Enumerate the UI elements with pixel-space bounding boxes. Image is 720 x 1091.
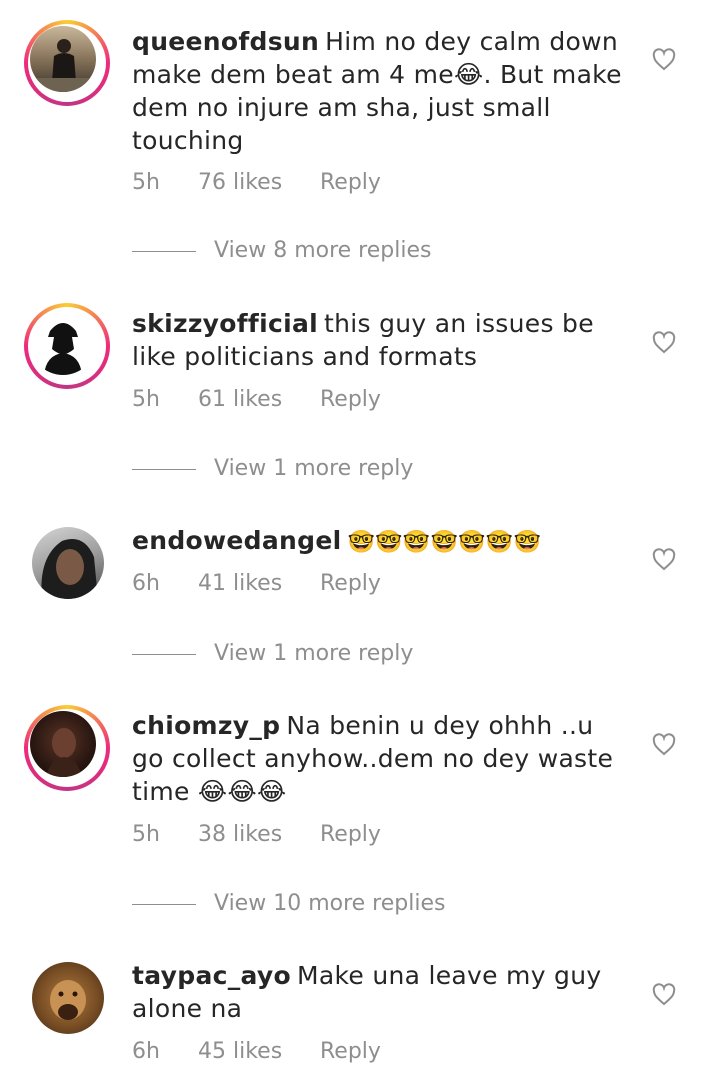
divider-line <box>132 653 196 655</box>
heart-icon[interactable] <box>652 733 676 757</box>
reply-button[interactable]: Reply <box>320 387 381 412</box>
view-replies-button[interactable]: View 8 more replies <box>132 238 431 263</box>
comment-meta: 5h 61 likes Reply <box>132 387 381 412</box>
comment-username[interactable]: endowedangel <box>132 526 341 555</box>
comment-time: 6h <box>132 1039 160 1064</box>
view-replies-button[interactable]: View 1 more reply <box>132 641 413 666</box>
comment-text: skizzyofficial this guy an issues be like… <box>132 307 632 373</box>
reply-button[interactable]: Reply <box>320 571 381 596</box>
comment-username[interactable]: skizzyofficial <box>132 309 318 338</box>
comment-username[interactable]: queenofdsun <box>132 27 319 56</box>
heart-icon[interactable] <box>652 48 676 72</box>
avatar[interactable] <box>30 309 96 375</box>
avatar[interactable] <box>32 527 104 599</box>
comment-meta: 6h 45 likes Reply <box>132 1039 381 1064</box>
reply-button[interactable]: Reply <box>320 170 381 195</box>
heart-icon[interactable] <box>652 548 676 572</box>
story-ring[interactable] <box>24 705 110 791</box>
view-replies-button[interactable]: View 1 more reply <box>132 456 413 481</box>
comment-time: 5h <box>132 387 160 412</box>
comment-body: 🤓🤓🤓🤓🤓🤓🤓 <box>347 530 542 555</box>
comment-likes[interactable]: 45 likes <box>198 1039 320 1064</box>
heart-icon[interactable] <box>652 331 676 355</box>
comment-likes[interactable]: 76 likes <box>198 170 320 195</box>
avatar[interactable] <box>30 26 96 92</box>
view-replies-button[interactable]: View 10 more replies <box>132 891 445 916</box>
comment-text: endowedangel 🤓🤓🤓🤓🤓🤓🤓 <box>132 524 632 559</box>
reply-button[interactable]: Reply <box>320 1039 381 1064</box>
divider-line <box>132 468 196 470</box>
view-replies-label: View 8 more replies <box>214 238 432 263</box>
comment-meta: 5h 38 likes Reply <box>132 822 381 847</box>
comment-time: 5h <box>132 822 160 847</box>
comment-text: chiomzy_p Na benin u dey ohhh ..u go coll… <box>132 709 632 808</box>
divider-line <box>132 903 196 905</box>
comment-likes[interactable]: 38 likes <box>198 822 320 847</box>
comment-meta: 6h 41 likes Reply <box>132 571 381 596</box>
avatar[interactable] <box>32 962 104 1034</box>
comment-time: 5h <box>132 170 160 195</box>
comment-likes[interactable]: 41 likes <box>198 571 320 596</box>
comment-time: 6h <box>132 571 160 596</box>
story-ring[interactable] <box>24 20 110 106</box>
comment-username[interactable]: chiomzy_p <box>132 711 280 740</box>
comment-likes[interactable]: 61 likes <box>198 387 320 412</box>
reply-button[interactable]: Reply <box>320 822 381 847</box>
comment-username[interactable]: taypac_ayo <box>132 961 291 990</box>
heart-icon[interactable] <box>652 983 676 1007</box>
avatar[interactable] <box>30 711 96 777</box>
comment-text: taypac_ayo Make una leave my guy alone na <box>132 959 632 1025</box>
story-ring[interactable] <box>24 303 110 389</box>
view-replies-label: View 10 more replies <box>214 891 446 916</box>
view-replies-label: View 1 more reply <box>214 641 414 666</box>
comment-meta: 5h 76 likes Reply <box>132 170 381 195</box>
view-replies-label: View 1 more reply <box>214 456 414 481</box>
divider-line <box>132 250 196 252</box>
comment-text: queenofdsun Him no dey calm down make dem… <box>132 25 632 157</box>
